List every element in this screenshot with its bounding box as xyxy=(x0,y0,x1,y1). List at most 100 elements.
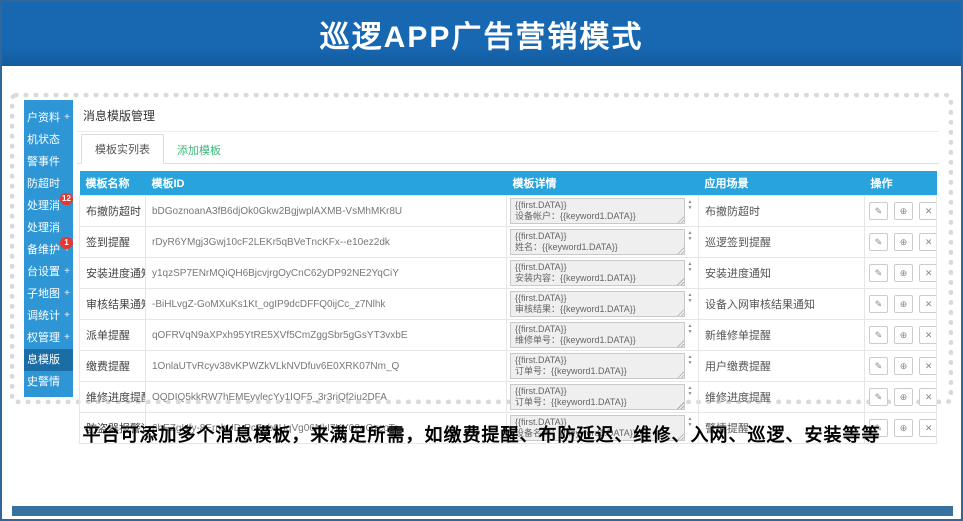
template-name-cell: 派单提醒 xyxy=(80,320,146,351)
edit-button[interactable]: ✎ xyxy=(869,233,888,251)
template-id-cell: bDGoznoanA3fB6djOk0Gkw2BgjwplAXMB-VsMhMK… xyxy=(146,196,507,227)
scene-cell: 维修进度提醒 xyxy=(699,382,865,413)
detail-line2: 维修单号：{{keyword1.DATA}} xyxy=(515,335,680,346)
template-id-cell: rDyR6YMgj3Gwj10cF2LEKr5qBVeTncKFx--e10ez… xyxy=(146,227,507,258)
spinner-down-icon[interactable]: ▼ xyxy=(685,298,695,304)
admin-screenshot-panel: 户资料 + 机状态 警事件 防超时 xyxy=(10,93,953,404)
actions-cell: ✎ ⊕ ✕ xyxy=(865,196,937,227)
template-detail-textarea[interactable]: {{first.DATA}} 设备帐户：{{keyword1.DATA}} xyxy=(510,198,685,224)
spinner-down-icon[interactable]: ▼ xyxy=(685,267,695,273)
detail-scrollbar[interactable]: ▲ ▼ xyxy=(685,198,695,224)
expand-plus-icon[interactable]: + xyxy=(64,327,70,349)
edit-button[interactable]: ✎ xyxy=(869,326,888,344)
delete-button[interactable]: ✕ xyxy=(919,326,936,344)
spinner-down-icon[interactable]: ▼ xyxy=(685,391,695,397)
template-detail-textarea[interactable]: {{first.DATA}} 订单号：{{keyword1.DATA}} xyxy=(510,353,685,379)
delete-button[interactable]: ✕ xyxy=(919,233,936,251)
delete-button[interactable]: ✕ xyxy=(919,357,936,375)
expand-plus-icon[interactable]: + xyxy=(64,107,70,129)
scene-cell: 设备入网审核结果通知 xyxy=(699,289,865,320)
sidebar-item[interactable]: 处理消息 12 xyxy=(24,195,73,217)
view-button[interactable]: ⊕ xyxy=(894,388,913,406)
spinner-down-icon[interactable]: ▼ xyxy=(685,360,695,366)
view-button[interactable]: ⊕ xyxy=(894,295,913,313)
detail-scrollbar[interactable]: ▲ ▼ xyxy=(685,384,695,410)
edit-button[interactable]: ✎ xyxy=(869,202,888,220)
col-header-actions: 操作 xyxy=(865,171,937,196)
template-detail-cell: {{first.DATA}} 安装内容：{{keyword1.DATA}} ▲ … xyxy=(507,258,699,289)
delete-button[interactable]: ✕ xyxy=(919,295,936,313)
template-detail-textarea[interactable]: {{first.DATA}} 维修单号：{{keyword1.DATA}} xyxy=(510,322,685,348)
sidebar-item[interactable]: 权管理 + xyxy=(24,327,73,349)
detail-line1: {{first.DATA}} xyxy=(515,200,680,211)
sidebar-item[interactable]: 警事件 xyxy=(24,151,73,173)
detail-line1: {{first.DATA}} xyxy=(515,231,680,242)
expand-plus-icon[interactable]: + xyxy=(64,305,70,327)
delete-button[interactable]: ✕ xyxy=(919,202,936,220)
edit-button[interactable]: ✎ xyxy=(869,357,888,375)
sidebar-item[interactable]: 处理消息 xyxy=(24,217,73,239)
sidebar-item-label: 户资料 xyxy=(27,107,60,129)
spinner-down-icon[interactable]: ▼ xyxy=(685,205,695,211)
scene-cell: 巡逻签到提醒 xyxy=(699,227,865,258)
detail-scrollbar[interactable]: ▲ ▼ xyxy=(685,291,695,317)
edit-button[interactable]: ✎ xyxy=(869,264,888,282)
detail-scrollbar[interactable]: ▲ ▼ xyxy=(685,229,695,255)
view-button[interactable]: ⊕ xyxy=(894,357,913,375)
sidebar-item[interactable]: 户资料 + xyxy=(24,107,73,129)
template-detail-textarea[interactable]: {{first.DATA}} 安装内容：{{keyword1.DATA}} xyxy=(510,260,685,286)
table-row: 维修进度提醒 OQDIQ5kkRW7hEMEyvlecYy1IOF5_3r3ri… xyxy=(80,382,937,413)
spinner-down-icon[interactable]: ▼ xyxy=(685,236,695,242)
sidebar-item[interactable]: 息模版 xyxy=(24,349,73,371)
view-button[interactable]: ⊕ xyxy=(894,202,913,220)
sidebar-item[interactable]: 史警情 xyxy=(24,371,73,393)
detail-line1: {{first.DATA}} xyxy=(515,386,680,397)
sidebar-item[interactable]: 机状态 xyxy=(24,129,73,151)
delete-button[interactable]: ✕ xyxy=(919,264,936,282)
template-detail-textarea[interactable]: {{first.DATA}} 订单号：{{keyword1.DATA}} xyxy=(510,384,685,410)
detail-scrollbar[interactable]: ▲ ▼ xyxy=(685,322,695,348)
detail-line1: {{first.DATA}} xyxy=(515,324,680,335)
detail-scrollbar[interactable]: ▲ ▼ xyxy=(685,260,695,286)
detail-line2: 安装内容：{{keyword1.DATA}} xyxy=(515,273,680,284)
tab[interactable]: 模板实列表 xyxy=(81,134,164,164)
view-button[interactable]: ⊕ xyxy=(894,264,913,282)
table-row: 布撤防超时 bDGoznoanA3fB6djOk0Gkw2BgjwplAXMB-… xyxy=(80,196,937,227)
edit-button[interactable]: ✎ xyxy=(869,388,888,406)
actions-cell: ✎ ⊕ ✕ xyxy=(865,351,937,382)
actions-cell: ✎ ⊕ ✕ xyxy=(865,320,937,351)
spinner-down-icon[interactable]: ▼ xyxy=(685,329,695,335)
detail-scrollbar[interactable]: ▲ ▼ xyxy=(685,353,695,379)
template-name-cell: 缴费提醒 xyxy=(80,351,146,382)
template-detail-textarea[interactable]: {{first.DATA}} 审核结果：{{keyword1.DATA}} xyxy=(510,291,685,317)
delete-button[interactable]: ✕ xyxy=(919,388,936,406)
edit-button[interactable]: ✎ xyxy=(869,295,888,313)
sidebar-item[interactable]: 台设置 + xyxy=(24,261,73,283)
template-id-cell: qOFRVqN9aXPxh95YtRE5XVf5CmZggSbr5gGsYT3v… xyxy=(146,320,507,351)
sidebar-item[interactable]: 子地图 + xyxy=(24,283,73,305)
sidebar-item[interactable]: 防超时 xyxy=(24,173,73,195)
template-detail-cell: {{first.DATA}} 订单号：{{keyword1.DATA}} ▲ ▼ xyxy=(507,351,699,382)
detail-line2: 订单号：{{keyword1.DATA}} xyxy=(515,366,680,377)
tab[interactable]: 添加模板 xyxy=(164,136,234,164)
table-row: 审核结果通知 -BiHLvgZ-GoMXuKs1Kt_ogIP9dcDFFQ0i… xyxy=(80,289,937,320)
template-detail-textarea[interactable]: {{first.DATA}} 姓名：{{keyword1.DATA}} xyxy=(510,229,685,255)
sidebar-item-label: 处理消息 xyxy=(27,217,61,239)
sidebar-item-label: 警事件 xyxy=(27,151,60,173)
detail-line2: 设备帐户：{{keyword1.DATA}} xyxy=(515,211,680,222)
sidebar-item[interactable]: 调统计 + xyxy=(24,305,73,327)
template-name-cell: 安装进度通知 xyxy=(80,258,146,289)
scene-cell: 新维修单提醒 xyxy=(699,320,865,351)
table-header-row: 模板名称 模板ID 模板详情 应用场景 操作 xyxy=(80,171,937,196)
actions-cell: ✎ ⊕ ✕ xyxy=(865,382,937,413)
expand-plus-icon[interactable]: + xyxy=(64,261,70,283)
main-content: 消息模版管理 模板实列表 添加模板 模板名称 模板ID 模板详情 应用场景 操作 xyxy=(77,100,939,444)
sidebar-item-label: 息模版 xyxy=(27,349,60,371)
expand-plus-icon[interactable]: + xyxy=(64,283,70,305)
detail-line1: {{first.DATA}} xyxy=(515,293,680,304)
sidebar-item-label: 调统计 xyxy=(27,305,60,327)
view-button[interactable]: ⊕ xyxy=(894,326,913,344)
view-button[interactable]: ⊕ xyxy=(894,233,913,251)
sidebar-item[interactable]: 备维护 + 1 xyxy=(24,239,73,261)
detail-line1: {{first.DATA}} xyxy=(515,262,680,273)
